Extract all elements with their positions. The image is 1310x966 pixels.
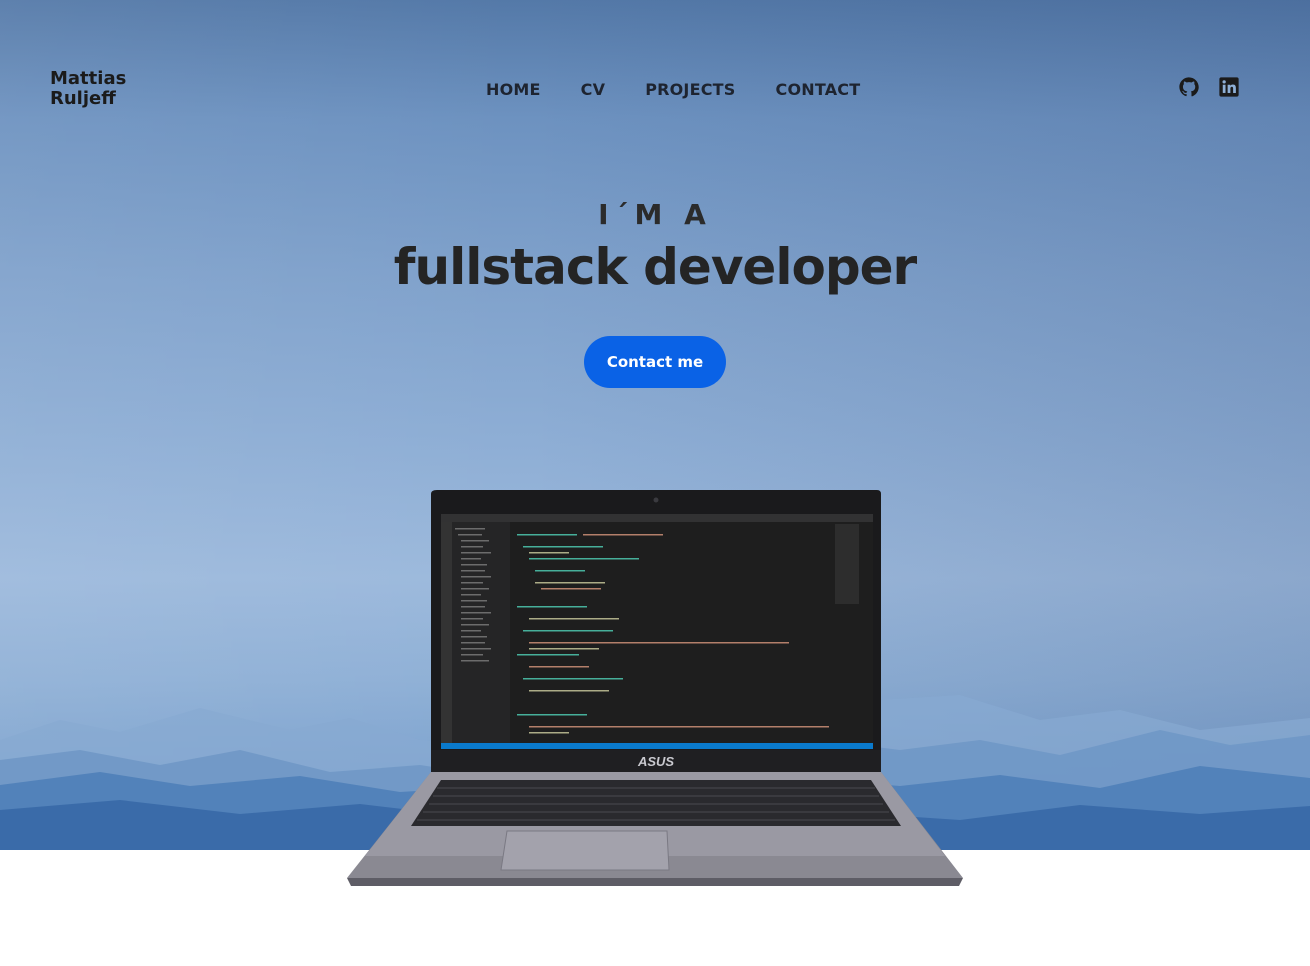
contact-me-button[interactable]: Contact me: [584, 336, 726, 388]
main-nav: HOME CV PROJECTS CONTACT: [486, 80, 860, 99]
nav-item-contact[interactable]: CONTACT: [776, 80, 861, 99]
logo-last-name: Ruljeff: [50, 88, 116, 109]
logo-first-name: Mattias: [50, 68, 127, 89]
nav-item-projects[interactable]: PROJECTS: [645, 80, 735, 99]
nav-item-cv[interactable]: CV: [581, 80, 606, 99]
hero-intro: I´M A: [598, 198, 712, 231]
github-icon[interactable]: [1178, 76, 1200, 98]
laptop-image: ASUS: [347, 490, 963, 886]
laptop-brand-logo: ASUS: [637, 754, 674, 769]
social-links: [1178, 76, 1240, 98]
site-logo[interactable]: Mattias Ruljeff: [50, 69, 160, 109]
linkedin-icon[interactable]: [1218, 76, 1240, 98]
hero-headline: fullstack developer: [393, 238, 917, 296]
nav-item-home[interactable]: HOME: [486, 80, 541, 99]
